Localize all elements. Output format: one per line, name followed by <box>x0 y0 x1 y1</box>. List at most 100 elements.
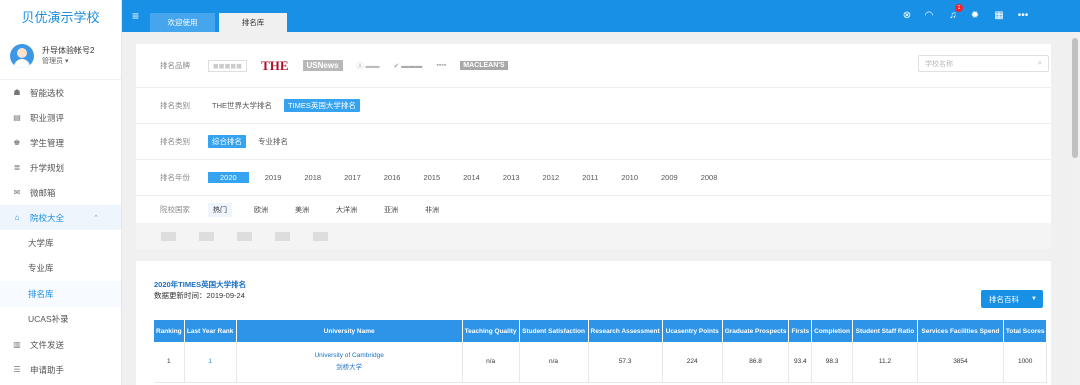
category-times-uk[interactable]: TIMES英国大学排名 <box>284 99 360 112</box>
brand-maclean[interactable]: MACLEAN'S <box>460 61 508 70</box>
tab-ranking[interactable]: 排名库 <box>219 13 287 32</box>
region-americas[interactable]: 美洲 <box>290 203 314 217</box>
year-2009[interactable]: 2009 <box>661 173 678 182</box>
cell-ranking: 1 <box>154 342 185 383</box>
type-row: 排名类别 综合排名 专业排名 <box>136 124 1051 160</box>
year-2017[interactable]: 2017 <box>344 173 361 182</box>
school-search-input[interactable]: 学校名称 ⌕ <box>918 55 1049 72</box>
type-overall[interactable]: 综合排名 <box>208 135 246 148</box>
region-asia[interactable]: 亚洲 <box>379 203 403 217</box>
user-role[interactable]: 管理员 ▾ <box>42 56 94 67</box>
col-firsts[interactable]: Firsts <box>788 320 813 342</box>
sidebar-item-mail[interactable]: ✉ 微邮箱 <box>0 180 121 205</box>
col-services-spend[interactable]: Services Facilities Spend <box>917 320 1004 342</box>
category-the-world[interactable]: THE世界大学排名 <box>208 99 276 112</box>
col-university-name[interactable]: University Name <box>236 320 463 342</box>
brand-logo-guardian[interactable]: ▪▪▪▪ <box>436 62 446 69</box>
clipboard-icon: ▤ <box>13 113 21 122</box>
users-icon: ♚ <box>13 138 21 147</box>
cell-ucas: 224 <box>662 342 723 383</box>
col-graduate-prospects[interactable]: Graduate Prospects <box>722 320 790 342</box>
col-ranking[interactable]: Ranking <box>154 320 185 342</box>
search-icon[interactable]: ⌕ <box>1038 58 1042 68</box>
category-label: 排名类别 <box>160 101 190 110</box>
university-name-cn[interactable]: 剑桥大学 <box>237 362 462 374</box>
sidebar-item-apply-helper[interactable]: ☰ 申请助手 <box>0 357 121 382</box>
type-subject[interactable]: 专业排名 <box>254 135 292 148</box>
scrollbar-thumb[interactable] <box>1072 38 1078 158</box>
calendar-icon[interactable]: ▦ <box>993 10 1005 21</box>
flag-usa-icon[interactable] <box>161 231 176 241</box>
brand-label: 排名品牌 <box>160 61 190 70</box>
cell-ratio: 11.2 <box>852 342 918 383</box>
brand-the[interactable]: THE <box>261 58 288 74</box>
gear-icon[interactable]: ✹ <box>969 10 981 21</box>
sidebar-subitem-ranking-db[interactable]: 排名库 <box>0 281 121 307</box>
results-panel: 2020年TIMES英国大学排名 数据更新时间：2019-09-24 排名百科 ▼… <box>136 261 1051 385</box>
col-total-scores[interactable]: Total Scores <box>1003 320 1048 342</box>
type-label: 排名类别 <box>160 137 190 146</box>
page-scrollbar[interactable] <box>1070 32 1080 385</box>
brand-logo-a[interactable]: Ⓐ ▬▬ <box>357 61 380 71</box>
flag-australia-icon[interactable] <box>237 231 252 241</box>
region-oceania[interactable]: 大洋洲 <box>331 203 362 217</box>
sidebar-subitem-major-db[interactable]: 专业库 <box>0 256 121 282</box>
chevron-up-icon: ⌃ <box>93 214 99 222</box>
flag-newzealand-icon[interactable] <box>313 231 328 241</box>
sidebar-item-smart-select[interactable]: ☗ 智能选校 <box>0 80 121 105</box>
year-2011[interactable]: 2011 <box>582 173 598 182</box>
year-2008[interactable]: 2008 <box>701 173 718 182</box>
year-row: 排名年份 2020 2019 2018 2017 2016 2015 2014 … <box>136 160 1051 196</box>
sidebar-item-students[interactable]: ♚ 学生管理 <box>0 130 121 155</box>
sidebar-subitem-ucas[interactable]: UCAS补录 <box>0 307 121 333</box>
brand-logo-top-universities[interactable]: ◼◼◼◼◼ <box>208 59 248 72</box>
col-research-assessment[interactable]: Research Assessment <box>588 320 663 342</box>
region-popular[interactable]: 热门 <box>208 202 232 217</box>
update-time: 数据更新时间：2019-09-24 <box>154 291 245 300</box>
year-2012[interactable]: 2012 <box>543 173 560 182</box>
col-completion[interactable]: Completion <box>811 320 853 342</box>
year-2010[interactable]: 2010 <box>621 173 638 182</box>
year-2018[interactable]: 2018 <box>304 173 321 182</box>
brand-logo-university-guide[interactable]: ✔ ▬▬▬ <box>394 62 423 70</box>
flag-uk-icon[interactable] <box>199 231 214 241</box>
file-send-icon: ▥ <box>13 340 21 349</box>
avatar <box>10 43 34 68</box>
sidebar-item-planning[interactable]: ≣ 升学规划 <box>0 155 121 180</box>
year-2020[interactable]: 2020 <box>208 172 249 183</box>
region-europe[interactable]: 欧洲 <box>249 203 273 217</box>
col-student-satisfaction[interactable]: Student Satisfaction <box>519 320 589 342</box>
col-last-year-rank[interactable]: Last Year Rank <box>184 320 237 342</box>
wifi-icon[interactable]: ◠ <box>923 10 935 21</box>
ranking-table: Ranking Last Year Rank University Name T… <box>154 320 1048 383</box>
graduation-cap-icon: ☗ <box>13 88 21 97</box>
col-teaching-quality[interactable]: Teaching Quality <box>462 320 520 342</box>
year-2013[interactable]: 2013 <box>503 173 520 182</box>
user-name: 升导体验帐号2 <box>42 45 95 55</box>
close-circle-icon[interactable]: ⊗ <box>901 10 913 21</box>
cell-university[interactable]: University of Cambridge 剑桥大学 <box>236 342 463 383</box>
region-africa[interactable]: 非洲 <box>420 203 444 217</box>
year-2019[interactable]: 2019 <box>265 173 282 182</box>
region-row: 院校国家 热门 欧洲 美洲 大洋洲 亚洲 非洲 <box>136 196 1051 223</box>
sidebar-item-career-test[interactable]: ▤ 职业测评 <box>0 105 121 130</box>
more-icon[interactable]: ••• <box>1017 10 1029 21</box>
year-2015[interactable]: 2015 <box>423 173 440 182</box>
school-logo[interactable]: 贝优演示学校 <box>0 0 121 32</box>
sidebar-subitem-university-db[interactable]: 大学库 <box>0 230 121 256</box>
university-name-en[interactable]: University of Cambridge <box>237 350 462 362</box>
region-label: 院校国家 <box>160 205 190 214</box>
cell-satisfaction: n/a <box>519 342 589 383</box>
flag-canada-icon[interactable] <box>275 231 290 241</box>
sidebar-item-file-send[interactable]: ▥ 文件发送 <box>0 332 121 357</box>
user-panel[interactable]: 升导体验帐号2 管理员 ▾ <box>0 32 121 80</box>
col-ucas-points[interactable]: Ucasentry Points <box>662 320 723 342</box>
sidebar-item-universities[interactable]: ⌂ 院校大全 ⌃ <box>0 205 121 230</box>
year-2014[interactable]: 2014 <box>463 173 480 182</box>
col-student-staff-ratio[interactable]: Student Staff Ratio <box>852 320 918 342</box>
tab-welcome[interactable]: 欢迎使用 <box>150 13 215 32</box>
ranking-wiki-button[interactable]: 排名百科 ▼ <box>981 290 1043 308</box>
brand-usnews[interactable]: USNews <box>302 60 343 71</box>
hamburger-icon[interactable]: ≡ <box>132 9 139 23</box>
year-2016[interactable]: 2016 <box>384 173 401 182</box>
